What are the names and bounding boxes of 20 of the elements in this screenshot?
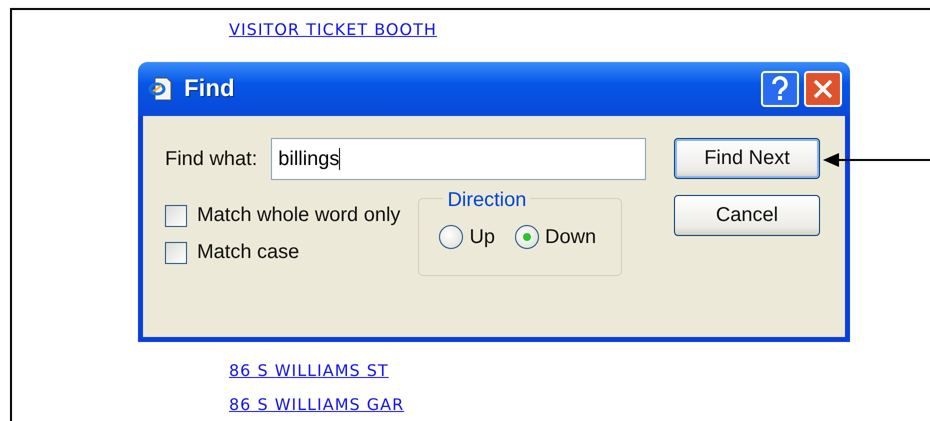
radio-button[interactable] xyxy=(439,225,464,249)
address-link[interactable]: 86 S WILLIAMS ST xyxy=(229,359,389,383)
checkbox-label: Match whole word only xyxy=(197,204,400,227)
close-button[interactable] xyxy=(804,71,842,107)
address-link[interactable]: 86 S WILLIAMS GAR xyxy=(229,393,404,417)
find-what-label: Find what: xyxy=(165,148,258,170)
dialog-button[interactable]: Cancel xyxy=(674,195,820,236)
dialog-button[interactable]: Find Next xyxy=(674,138,820,179)
checkbox[interactable] xyxy=(165,242,187,264)
radio-label: Down xyxy=(545,226,596,248)
page-icon xyxy=(148,76,174,102)
address-link[interactable]: VISITOR TICKET BOOTH xyxy=(229,18,437,42)
radio-label: Up xyxy=(469,226,496,248)
checkbox-label: Match case xyxy=(197,241,300,264)
close-icon xyxy=(812,78,834,100)
checkbox[interactable] xyxy=(165,204,187,226)
help-button[interactable] xyxy=(761,71,799,107)
find-what-field[interactable]: billings xyxy=(271,138,646,180)
radio-button[interactable] xyxy=(515,225,540,249)
window-title: Find xyxy=(184,75,235,103)
